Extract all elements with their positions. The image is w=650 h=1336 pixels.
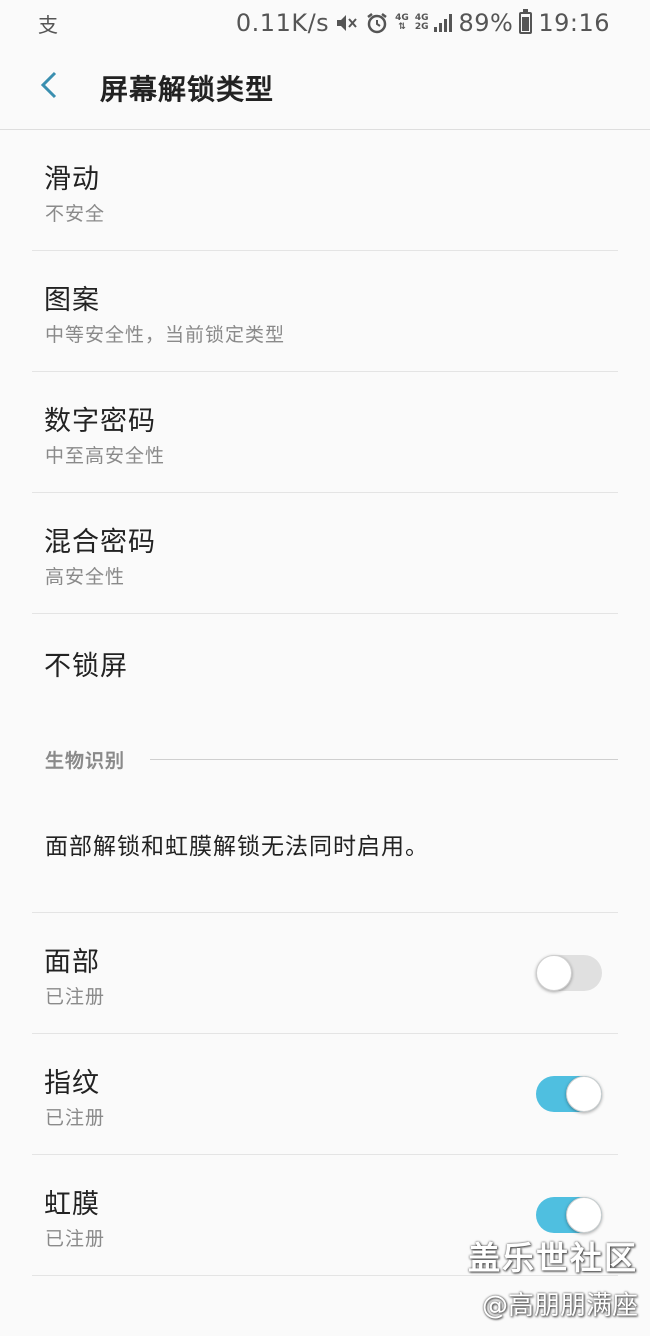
- lock-option-none[interactable]: 不锁屏: [32, 614, 618, 724]
- clock: 19:16: [538, 9, 610, 37]
- mute-icon: [335, 12, 359, 34]
- signal-4g-2g-icon: 4G 2G: [414, 13, 429, 32]
- option-title: 数字密码: [44, 406, 156, 437]
- option-title: 滑动: [44, 164, 100, 195]
- face-toggle[interactable]: [536, 955, 602, 991]
- option-subtitle: 中至高安全性: [45, 445, 166, 467]
- option-subtitle: 高安全性: [45, 566, 126, 588]
- signal-4g-icon: 4G ⇅: [395, 13, 409, 32]
- lock-option-swipe[interactable]: 滑动 不安全: [32, 130, 618, 251]
- iris-toggle[interactable]: [536, 1197, 602, 1233]
- section-divider: [150, 759, 618, 760]
- battery-percent: 89%: [458, 9, 514, 37]
- option-title: 混合密码: [44, 527, 156, 558]
- option-subtitle: 已注册: [45, 1107, 106, 1129]
- lock-option-pattern[interactable]: 图案 中等安全性，当前锁定类型: [32, 251, 618, 372]
- page-title: 屏幕解锁类型: [100, 73, 275, 106]
- alipay-notification-icon: 支: [38, 13, 58, 37]
- back-arrow-icon[interactable]: [34, 68, 68, 102]
- lock-option-password[interactable]: 混合密码 高安全性: [32, 493, 618, 614]
- network-speed: 0.11K/s: [235, 9, 330, 37]
- toggle-knob: [536, 955, 572, 991]
- option-subtitle: 已注册: [45, 986, 106, 1008]
- option-title: 指纹: [44, 1068, 100, 1099]
- biometric-face[interactable]: 面部 已注册: [32, 913, 618, 1034]
- option-title: 图案: [44, 285, 100, 316]
- biometrics-note: 面部解锁和虹膜解锁无法同时启用。: [32, 788, 618, 913]
- toggle-knob: [566, 1076, 602, 1112]
- watermark-user: @高朋朋满座: [481, 1291, 638, 1321]
- app-bar: 屏幕解锁类型: [0, 46, 650, 130]
- status-bar: 支 0.11K/s 4G ⇅ 4G 2G 89% 19:16: [0, 0, 650, 46]
- option-title: 不锁屏: [44, 651, 128, 682]
- option-subtitle: 不安全: [45, 203, 106, 225]
- lock-type-list: 滑动 不安全 图案 中等安全性，当前锁定类型 数字密码 中至高安全性 混合密码 …: [0, 130, 650, 1276]
- fingerprint-toggle[interactable]: [536, 1076, 602, 1112]
- signal-bars-icon: [434, 14, 453, 32]
- watermark: 盖乐世社区 @高朋朋满座: [468, 1233, 638, 1322]
- option-title: 虹膜: [44, 1189, 100, 1220]
- note-text: 面部解锁和虹膜解锁无法同时启用。: [45, 834, 429, 860]
- battery-icon: [519, 9, 533, 34]
- watermark-community: 盖乐世社区: [467, 1239, 638, 1277]
- lock-option-pin[interactable]: 数字密码 中至高安全性: [32, 372, 618, 493]
- section-label: 生物识别: [45, 750, 126, 772]
- toggle-knob: [566, 1197, 602, 1233]
- option-title: 面部: [44, 947, 100, 978]
- biometrics-section-header: 生物识别: [32, 724, 618, 788]
- option-subtitle: 已注册: [45, 1228, 106, 1250]
- biometric-fingerprint[interactable]: 指纹 已注册: [32, 1034, 618, 1155]
- option-subtitle: 中等安全性，当前锁定类型: [45, 324, 286, 346]
- alarm-icon: [365, 11, 389, 35]
